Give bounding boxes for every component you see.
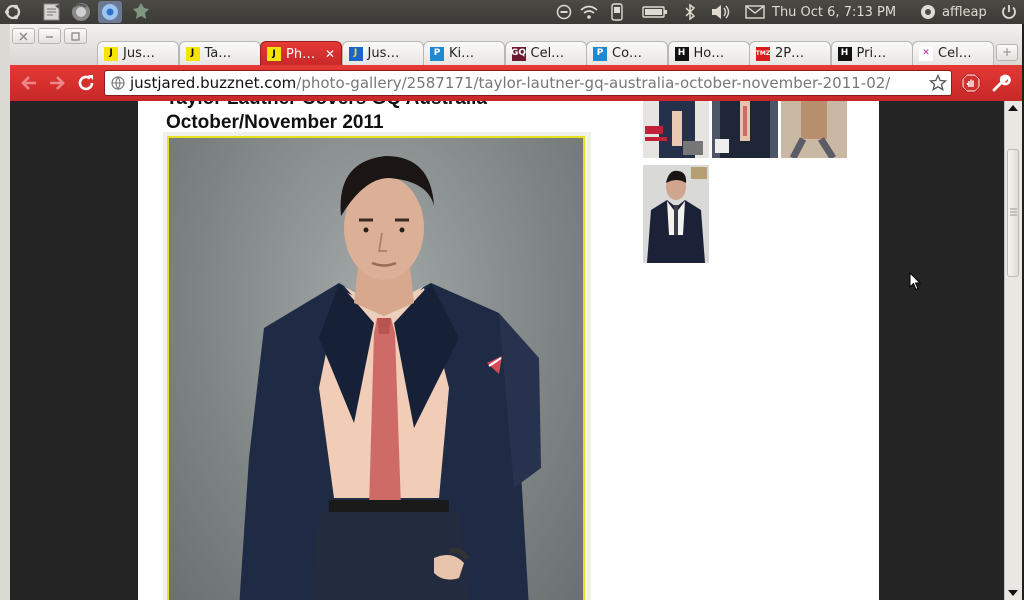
tab-close-icon[interactable]: ✕: [325, 47, 335, 61]
tab-strip: J Jus… J Ta… J Ph… ✕ J Jus… P Ki… GQ Cel… P Co… H Ho… TMZ…: [10, 24, 1022, 66]
tab[interactable]: GQ Cel…: [504, 41, 587, 65]
gq-suit-thumbnail: [643, 165, 709, 263]
window-minimize-button[interactable]: [38, 28, 61, 44]
minimize-icon: [46, 35, 53, 38]
address-bar[interactable]: justjared.buzznet.com/photo-gallery/2587…: [104, 70, 952, 96]
bluetooth-icon[interactable]: [684, 0, 696, 24]
main-photo-frame: [163, 132, 591, 600]
tab-favicon-icon: J: [267, 47, 281, 61]
tab-label: Ta…: [204, 46, 232, 61]
tab-favicon-icon: P: [430, 46, 444, 61]
main-photo[interactable]: [167, 136, 585, 600]
url-text[interactable]: justjared.buzznet.com/photo-gallery/2587…: [130, 74, 890, 92]
maximize-icon: [71, 31, 80, 41]
scroll-thumb[interactable]: [1007, 149, 1019, 277]
gq-editorial-thumbnail: [781, 101, 847, 158]
close-icon: [19, 32, 28, 40]
user-status-icon[interactable]: [919, 0, 937, 24]
tab-label: Ki…: [449, 46, 475, 61]
man-in-suit-photo: [239, 156, 541, 600]
phone-indicator-icon[interactable]: [611, 0, 623, 24]
tab[interactable]: J Jus…: [341, 41, 424, 65]
settings-wrench-button[interactable]: [990, 72, 1012, 94]
chrome-launcher-icon[interactable]: [98, 0, 122, 24]
tab[interactable]: ✕ Cel…: [912, 41, 994, 65]
user-name[interactable]: affleap: [942, 0, 987, 24]
article-title: Taylor Lautner Covers GQ Australia Octob…: [166, 101, 566, 135]
tab-label: Co…: [612, 46, 643, 61]
back-arrow-icon: [21, 76, 36, 90]
tab[interactable]: J Ta…: [178, 41, 261, 65]
window-close-button[interactable]: [12, 28, 35, 44]
tab[interactable]: P Ki…: [423, 41, 505, 65]
adblock-extension-button[interactable]: [960, 72, 982, 94]
gq-cover-thumbnail: [643, 101, 709, 158]
text-editor-launcher-icon[interactable]: [42, 0, 62, 24]
tab[interactable]: TMZ 2P…: [749, 41, 831, 65]
ubuntu-logo-icon[interactable]: [4, 0, 22, 24]
tab[interactable]: H Ho…: [667, 41, 750, 65]
wifi-icon[interactable]: [580, 0, 598, 24]
tab-label: Ph…: [286, 46, 316, 62]
tab-label: Cel…: [530, 46, 565, 61]
stop-hand-icon: [961, 73, 981, 93]
gallery-thumbnail[interactable]: [712, 101, 778, 158]
tab-label: Ho…: [693, 46, 725, 61]
tab-label: Jus…: [123, 46, 155, 61]
scroll-down-arrow-icon[interactable]: [1008, 589, 1018, 597]
desktop-background: [0, 24, 10, 600]
mail-indicator-icon[interactable]: [745, 0, 765, 24]
tab[interactable]: H Pri…: [830, 41, 913, 65]
new-tab-button[interactable]: +: [996, 44, 1018, 61]
top-panel: Thu Oct 6, 7:13 PM affleap: [0, 0, 1024, 24]
tab-favicon-icon: J: [185, 46, 200, 61]
tab-label: Cel…: [938, 46, 972, 61]
tab[interactable]: P Co…: [586, 41, 668, 65]
tab-favicon-icon: H: [837, 46, 852, 61]
tab-favicon-icon: J: [104, 46, 118, 61]
battery-icon[interactable]: [642, 0, 668, 24]
mouse-cursor-icon: [909, 272, 921, 291]
page-scrollbar[interactable]: [1004, 101, 1022, 600]
gallery-thumbnail[interactable]: [781, 101, 847, 158]
globe-icon: [111, 76, 125, 90]
tab-favicon-icon: GQ: [511, 46, 526, 61]
tab-favicon-icon: P: [593, 46, 607, 61]
page-viewport: Taylor Lautner Covers GQ Australia Octob…: [10, 101, 1004, 600]
scroll-up-arrow-icon[interactable]: [1008, 104, 1018, 112]
tab-label: Pri…: [856, 46, 887, 61]
power-icon[interactable]: [1000, 0, 1018, 24]
volume-icon[interactable]: [710, 0, 730, 24]
tab-favicon-icon: TMZ: [756, 46, 770, 61]
gq-cover-thumbnail: [712, 101, 778, 158]
grip-icon: [1010, 208, 1017, 216]
page-body: Taylor Lautner Covers GQ Australia Octob…: [138, 101, 879, 600]
clock[interactable]: Thu Oct 6, 7:13 PM: [772, 0, 896, 24]
tab-label: 2P…: [775, 46, 805, 61]
tab-favicon-icon: H: [674, 46, 689, 61]
bookmark-star-icon[interactable]: [929, 74, 947, 92]
back-button[interactable]: [18, 72, 40, 94]
toolbar: justjared.buzznet.com/photo-gallery/2587…: [10, 65, 1022, 101]
tab-favicon-icon: ✕: [919, 46, 933, 61]
gallery-thumbnail[interactable]: [643, 165, 709, 263]
url-path: /photo-gallery/2587171/taylor-lautner-gq…: [296, 74, 891, 92]
url-host: justjared.buzznet.com: [130, 74, 297, 92]
wrench-icon: [992, 74, 1011, 92]
tab[interactable]: J Jus…: [97, 41, 179, 65]
reload-icon: [78, 75, 94, 91]
window-maximize-button[interactable]: [64, 28, 87, 44]
settings-launcher-icon[interactable]: [130, 0, 152, 24]
forward-arrow-icon: [50, 76, 65, 90]
tab-favicon-icon: J: [348, 46, 363, 61]
article-title-line1: Taylor Lautner Covers GQ Australia: [166, 101, 566, 111]
tab[interactable]: J Ph… ✕: [260, 41, 342, 66]
gallery-thumbnail[interactable]: [643, 101, 709, 158]
browser-window: J Jus… J Ta… J Ph… ✕ J Jus… P Ki… GQ Cel… P Co… H Ho… TMZ…: [10, 24, 1022, 600]
tab-label: Jus…: [367, 46, 400, 61]
reload-button[interactable]: [75, 72, 97, 94]
firefox-launcher-icon[interactable]: [70, 0, 92, 24]
network-status-icon[interactable]: [556, 0, 572, 24]
forward-button[interactable]: [46, 72, 68, 94]
